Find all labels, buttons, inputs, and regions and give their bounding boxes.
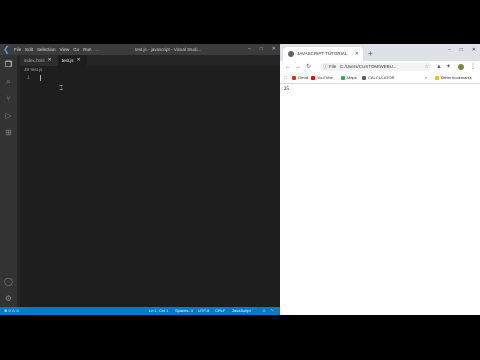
youtube-icon — [311, 75, 315, 80]
menu-view[interactable]: View — [60, 44, 70, 55]
address-bar[interactable]: ⓘ File C:/Users/CUSTOM/WEBU... ☆ — [320, 63, 432, 71]
status-bar: ⊗ 0 ⚠ 0 Ln 1, Col 1 Spaces: 4 UTF-8 CRLF… — [0, 307, 280, 315]
vscode-title-bar: ❮ File Edit Selection View Go Run … test… — [0, 44, 280, 55]
close-icon[interactable]: ✕ — [272, 44, 276, 55]
maps-icon — [341, 75, 345, 80]
bookmark-star-icon[interactable]: ☆ — [425, 63, 429, 71]
settings-gear-icon[interactable]: ⚙ — [4, 294, 13, 303]
tab-label: index.html — [24, 58, 45, 63]
screen: ❮ File Edit Selection View Go Run … test… — [0, 44, 480, 315]
new-tab-button[interactable]: + — [368, 47, 373, 61]
menu-file[interactable]: File — [14, 44, 21, 55]
explorer-icon[interactable]: ❐ — [4, 60, 13, 69]
reload-icon[interactable]: ↻ — [306, 61, 311, 73]
feedback-icon[interactable]: ☺ — [262, 307, 266, 315]
tab-test-js[interactable]: test.js ✕ — [57, 55, 87, 66]
minimize-icon[interactable]: – — [448, 44, 451, 56]
notifications-bell-icon[interactable]: ␇ — [271, 307, 274, 315]
menu-more[interactable]: … — [96, 44, 101, 55]
folder-icon — [435, 75, 439, 80]
tab-close-icon[interactable]: ✕ — [76, 55, 80, 66]
bookmark-youtube[interactable]: YouTube — [311, 73, 333, 83]
more-bookmarks-icon[interactable]: » — [425, 73, 427, 83]
run-debug-icon[interactable]: ▷ — [4, 111, 13, 120]
status-language[interactable]: JavaScript — [232, 307, 251, 315]
vscode-logo-icon: ❮ — [3, 45, 10, 54]
forward-icon[interactable]: → — [295, 61, 301, 73]
vscode-window-controls: – □ ✕ — [248, 44, 276, 55]
calculator-icon — [362, 75, 366, 80]
status-eol[interactable]: CRLF — [215, 307, 225, 315]
tab-close-icon[interactable]: ✕ — [355, 47, 359, 61]
bookmark-gmail[interactable]: Gmail — [292, 73, 308, 83]
tab-index-html[interactable]: index.html ✕ — [20, 55, 58, 66]
minimize-icon[interactable]: – — [248, 44, 251, 55]
address-text[interactable]: C:/Users/CUSTOM/WEBU... — [340, 63, 397, 71]
browser-tab-title: JAVASCRIPT TUTORIAL — [297, 51, 348, 56]
menu-run[interactable]: Run — [83, 44, 91, 55]
editor-tabs: index.html ✕ test.js ✕ — [20, 55, 280, 66]
status-encoding[interactable]: UTF-8 — [198, 307, 209, 315]
puzzle-icon[interactable]: ✦ — [446, 61, 451, 73]
chrome-window: JAVASCRIPT TUTORIAL ✕ + – □ ✕ ← → ↻ ⓘ Fi… — [280, 44, 480, 315]
gmail-icon — [292, 75, 296, 80]
globe-icon — [288, 51, 294, 57]
address-scheme: File — [329, 64, 337, 69]
status-cursor-position[interactable]: Ln 1, Col 1 — [149, 307, 168, 315]
more-menu-icon[interactable]: ⋮ — [470, 61, 476, 73]
menu-edit[interactable]: Edit — [25, 44, 33, 55]
bookmark-maps[interactable]: Maps — [341, 73, 357, 83]
source-control-icon[interactable]: ⑂ — [4, 94, 13, 103]
info-icon[interactable]: ⓘ — [323, 63, 328, 71]
mouse-ibeam-icon: ⌶ — [59, 85, 64, 92]
line-number: 1 — [27, 75, 31, 81]
menu-selection[interactable]: Selection — [37, 44, 56, 55]
extensions-icon[interactable]: ⊞ — [4, 128, 13, 137]
account-icon[interactable]: ◯ — [4, 277, 13, 286]
breadcrumb[interactable]: JS test.js — [24, 67, 42, 72]
sidebar-collapsed — [17, 55, 20, 307]
back-icon[interactable]: ← — [285, 61, 291, 73]
bookmarks-bar: ∷ Gmail YouTube Maps CALCULATOR » Other … — [280, 73, 480, 84]
tab-label: test.js — [61, 58, 74, 63]
extension-icon[interactable]: ▲ — [436, 61, 442, 73]
tab-strip: JAVASCRIPT TUTORIAL ✕ + – □ ✕ — [280, 44, 480, 61]
tab-close-icon[interactable]: ✕ — [48, 55, 52, 66]
chrome-window-controls: – □ ✕ — [448, 44, 476, 56]
browser-tab[interactable]: JAVASCRIPT TUTORIAL ✕ — [283, 47, 363, 61]
text-cursor — [40, 75, 41, 81]
other-bookmarks[interactable]: Other bookmarks — [435, 73, 472, 83]
page-content: 25 — [280, 84, 480, 315]
maximize-icon[interactable]: □ — [260, 44, 263, 55]
apps-icon[interactable]: ∷ — [284, 73, 287, 83]
profile-avatar[interactable] — [458, 64, 464, 70]
bookmark-calculator[interactable]: CALCULATOR — [362, 73, 395, 83]
browser-toolbar: ← → ↻ ⓘ File C:/Users/CUSTOM/WEBU... ☆ ▲… — [280, 61, 480, 73]
page-output-text: 25 — [284, 87, 289, 92]
vscode-window-title: test.js - javascript - Visual Studi... — [135, 47, 202, 52]
search-icon[interactable]: ⌕ — [4, 77, 13, 86]
status-indentation[interactable]: Spaces: 4 — [175, 307, 193, 315]
maximize-icon[interactable]: □ — [460, 44, 463, 56]
menu-go[interactable]: Go — [73, 44, 79, 55]
vscode-window: ❮ File Edit Selection View Go Run … test… — [0, 44, 280, 315]
close-icon[interactable]: ✕ — [472, 44, 476, 56]
activity-bar: ❐ ⌕ ⑂ ▷ ⊞ ◯ ⚙ — [0, 55, 17, 307]
vscode-menu-bar: File Edit Selection View Go Run … — [14, 44, 100, 55]
status-problems[interactable]: ⊗ 0 ⚠ 0 — [4, 307, 19, 315]
